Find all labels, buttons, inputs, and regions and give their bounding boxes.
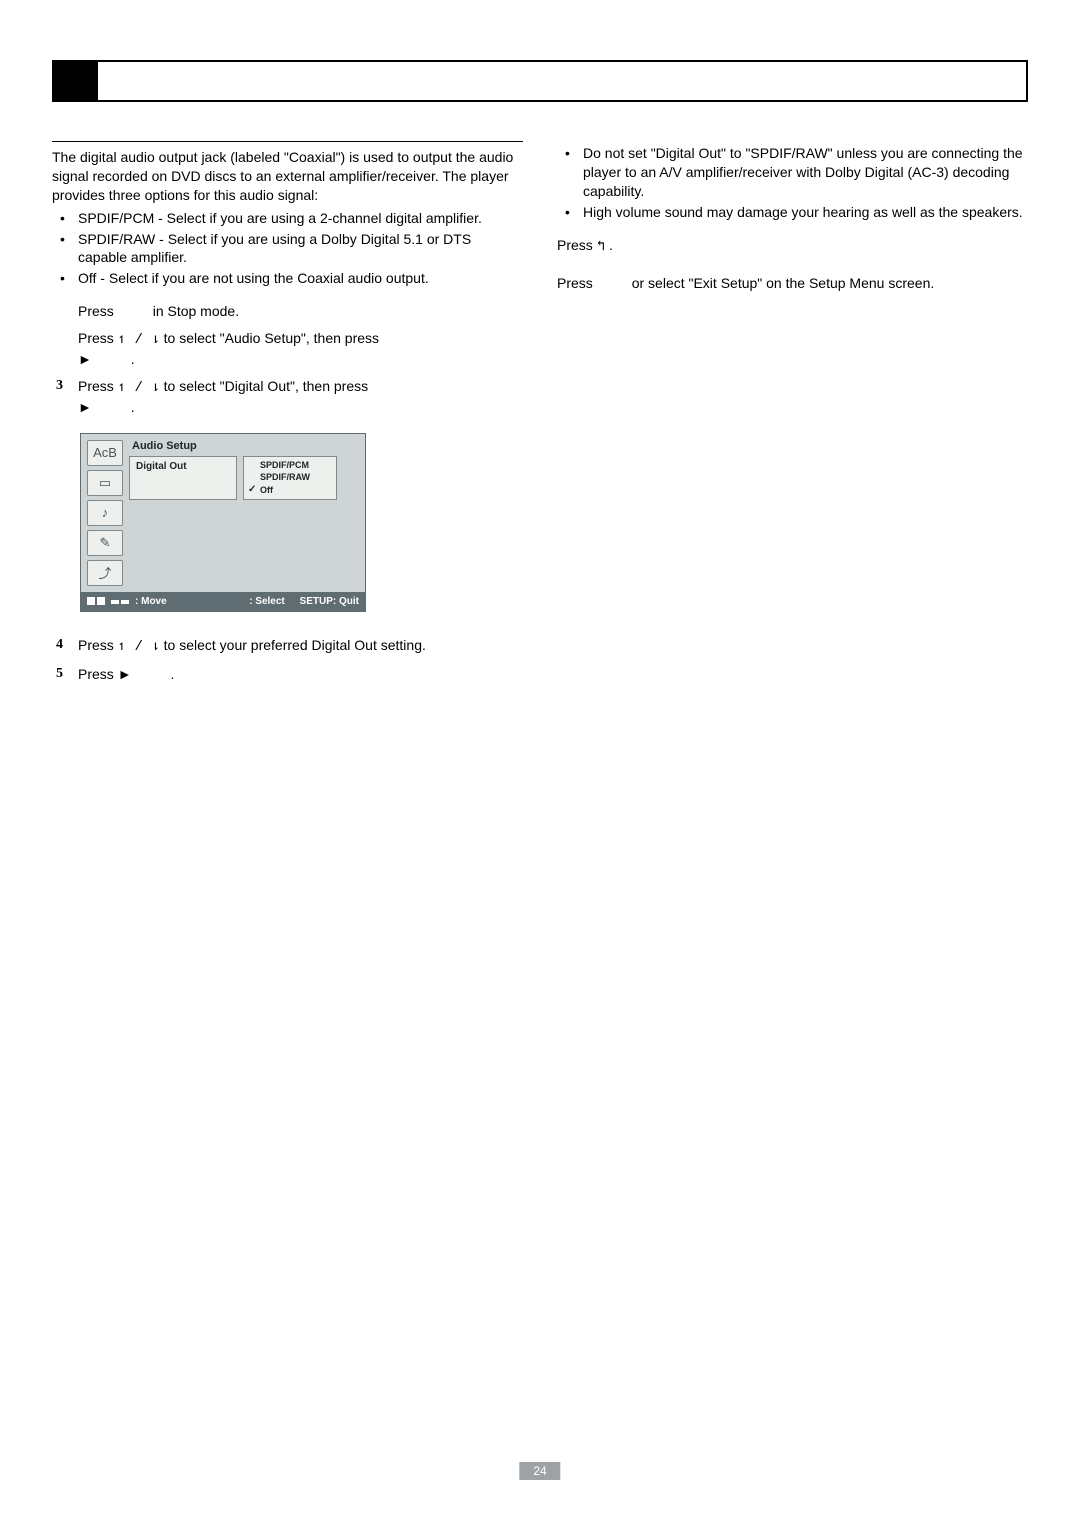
step-1: Press in Stop mode. [52, 302, 523, 321]
spacer [557, 130, 1028, 142]
step-text: Press in Stop mode. [78, 303, 239, 319]
option-spdif-pcm: SPDIF/PCM - Select if you are using a 2-… [52, 209, 523, 228]
return-instruction: Press ↰ . [557, 236, 1028, 257]
menu-icon-display: ▭ [87, 470, 123, 496]
return-icon: ↰ [597, 239, 605, 255]
left-column: The digital audio output jack (labeled "… [52, 130, 523, 691]
step-2: Press ↿ / ⇂ to select "Audio Setup", the… [52, 329, 523, 369]
step-4: 4 Press ↿ / ⇂ to select your preferred D… [52, 636, 523, 657]
hint-move: : Move [135, 596, 167, 607]
play-right-icon: ► [78, 351, 92, 367]
step-number-5: 5 [56, 665, 63, 684]
header-black-box [54, 62, 98, 100]
page-number: 24 [519, 1462, 560, 1480]
setup-button-label [597, 275, 628, 291]
notes-list: Do not set "Digital Out" to "SPDIF/RAW" … [557, 144, 1028, 222]
menu-setting-digital-out: Digital Out [129, 456, 237, 500]
up-down-arrow-icon: ↿ / ⇂ [118, 639, 160, 655]
content-columns: The digital audio output jack (labeled "… [52, 130, 1028, 691]
section-underline [52, 130, 523, 142]
right-column: Do not set "Digital Out" to "SPDIF/RAW" … [557, 130, 1028, 691]
menu-right-panel: Audio Setup Digital Out SPDIF/PCM SPDIF/… [129, 440, 359, 592]
audio-setup-menu-diagram: AcB ▭ ♪ ✎ ⤴ Audio Setup Digital Out SPDI… [80, 433, 366, 612]
note-spdif-raw: Do not set "Digital Out" to "SPDIF/RAW" … [557, 144, 1028, 201]
step-number-3: 3 [56, 377, 63, 396]
hint-quit: SETUP: Quit [300, 596, 359, 607]
up-down-arrow-icon: ↿ / ⇂ [118, 380, 160, 396]
step-text: Press ↿ / ⇂ to select "Audio Setup", the… [78, 330, 379, 367]
menu-icon-column: AcB ▭ ♪ ✎ ⤴ [87, 440, 123, 592]
menu-icon-custom: ✎ [87, 530, 123, 556]
menu-option-off: Off [248, 484, 332, 497]
menu-row: Digital Out SPDIF/PCM SPDIF/RAW Off [129, 456, 359, 500]
menu-option-spdif-pcm: SPDIF/PCM [248, 459, 332, 472]
arrow-squares-icon [87, 597, 105, 605]
menu-icon-audio: ♪ [87, 500, 123, 526]
step-number-4: 4 [56, 636, 63, 655]
option-off: Off - Select if you are not using the Co… [52, 269, 523, 288]
steps-list-continued: 4 Press ↿ / ⇂ to select your preferred D… [52, 636, 523, 684]
step-3: 3 Press ↿ / ⇂ to select "Digital Out", t… [52, 377, 523, 417]
intro-paragraph: The digital audio output jack (labeled "… [52, 148, 523, 205]
digital-out-options-list: SPDIF/PCM - Select if you are using a 2-… [52, 209, 523, 289]
step-text: Press ↿ / ⇂ to select your preferred Dig… [78, 637, 426, 653]
arrow-dashes-icon [111, 598, 129, 604]
option-spdif-raw: SPDIF/RAW - Select if you are using a Do… [52, 230, 523, 268]
menu-footer-hints: : Move : Select SETUP: Quit [81, 592, 365, 611]
step-text: Press ► . [78, 666, 174, 682]
hint-select: : Select [249, 596, 285, 607]
menu-icon-language: AcB [87, 440, 123, 466]
menu-title: Audio Setup [129, 440, 359, 456]
menu-icon-exit: ⤴ [87, 560, 123, 586]
header-bar [52, 60, 1028, 102]
menu-option-spdif-raw: SPDIF/RAW [248, 471, 332, 484]
step-text: Press ↿ / ⇂ to select "Digital Out", the… [78, 378, 368, 415]
up-down-arrow-icon: ↿ / ⇂ [118, 332, 160, 348]
play-right-icon: ► [118, 666, 132, 682]
exit-instruction: Press or select "Exit Setup" on the Setu… [557, 274, 1028, 293]
steps-list: Press in Stop mode. Press ↿ / ⇂ to selec… [52, 302, 523, 416]
play-right-icon: ► [78, 399, 92, 415]
menu-body: AcB ▭ ♪ ✎ ⤴ Audio Setup Digital Out SPDI… [81, 434, 365, 592]
step-5: 5 Press ► . [52, 665, 523, 684]
setup-button-label [118, 303, 149, 319]
menu-options-box: SPDIF/PCM SPDIF/RAW Off [243, 456, 337, 500]
note-volume: High volume sound may damage your hearin… [557, 203, 1028, 222]
